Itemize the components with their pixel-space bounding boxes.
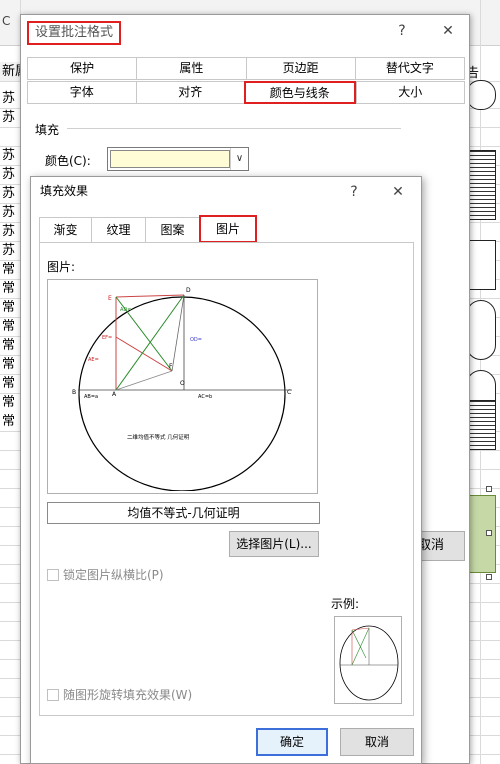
cell-a[interactable]: 苏: [0, 222, 20, 241]
tab-texture[interactable]: 纹理: [91, 217, 145, 243]
cell-a[interactable]: 常: [0, 298, 20, 317]
cell-a[interactable]: 苏: [0, 146, 20, 165]
dialog-title: 填充效果: [40, 184, 89, 198]
fill-section-label: 填充: [35, 123, 60, 137]
tab-size[interactable]: 大小: [355, 81, 465, 104]
rotate-with-shape-checkbox[interactable]: 随图形旋转填充效果(W): [47, 688, 192, 702]
svg-text:AC=b: AC=b: [198, 394, 212, 400]
checkbox-box[interactable]: [47, 689, 59, 701]
cell-a[interactable]: 苏: [0, 165, 20, 184]
svg-text:E: E: [108, 295, 112, 302]
tab-properties[interactable]: 属性: [136, 57, 246, 80]
column-a-header[interactable]: 新属: [0, 62, 20, 81]
cell-a[interactable]: 常: [0, 336, 20, 355]
help-button[interactable]: ?: [389, 19, 415, 43]
geometry-figure: B A O C D E F AB=a AC=b OD= AE= EF= AD= …: [72, 287, 292, 491]
svg-text:OD=: OD=: [190, 337, 202, 343]
callout-pattern: [466, 150, 496, 220]
svg-text:O: O: [180, 380, 185, 387]
svg-text:A: A: [112, 391, 117, 398]
tab-picture[interactable]: 图片: [199, 215, 257, 243]
cell-a[interactable]: 常: [0, 279, 20, 298]
cell-a[interactable]: 常: [0, 412, 20, 431]
svg-text:AE=: AE=: [88, 357, 99, 363]
cell-a[interactable]: 苏: [0, 89, 20, 108]
dialog-title: 设置批注格式: [27, 21, 122, 45]
close-icon[interactable]: ✕: [385, 180, 411, 204]
picture-name-field: 均值不等式-几何证明: [47, 502, 320, 524]
svg-text:EF=: EF=: [102, 335, 112, 341]
cell-a[interactable]: 常: [0, 355, 20, 374]
svg-text:F: F: [169, 363, 173, 370]
color-swatch: [110, 150, 230, 168]
tab-alignment[interactable]: 对齐: [135, 81, 244, 104]
cell-a[interactable]: 苏: [0, 241, 20, 260]
cell-a[interactable]: 苏: [0, 184, 20, 203]
sheet-top-fragment: C: [2, 14, 11, 28]
cell-a[interactable]: 常: [0, 260, 20, 279]
sample-figure: [339, 625, 399, 701]
figure-caption: 二维均值不等式 几何证明: [127, 433, 190, 441]
resize-handle[interactable]: [486, 486, 492, 492]
sample-label: 示例:: [331, 597, 360, 611]
cell-a[interactable]: 常: [0, 393, 20, 412]
select-picture-button[interactable]: 选择图片(L)...: [229, 531, 319, 557]
divider: [67, 128, 401, 129]
picture-label: 图片:: [47, 260, 76, 274]
tab-gradient[interactable]: 渐变: [39, 217, 91, 243]
tab-margins[interactable]: 页边距: [245, 57, 355, 80]
cell-a[interactable]: 苏: [0, 108, 20, 127]
svg-text:D: D: [186, 287, 191, 294]
callout-pattern: [466, 400, 496, 450]
svg-text:B: B: [72, 389, 76, 396]
picture-panel: 图片: B A O C D E F AB=a AC=b OD= AE= EF= …: [39, 242, 414, 716]
tab-row-1: 保护 属性 页边距 替代文字: [27, 57, 465, 80]
svg-text:AD=: AD=: [120, 307, 131, 313]
help-button[interactable]: ?: [341, 180, 367, 204]
svg-text:C: C: [287, 389, 291, 396]
callout-cloud: [466, 80, 496, 110]
sample-preview: [334, 616, 402, 704]
close-icon[interactable]: ✕: [435, 19, 461, 43]
tab-pattern[interactable]: 图案: [145, 217, 199, 243]
tab-protection[interactable]: 保护: [27, 57, 137, 80]
tab-row-2: 字体 对齐 颜色与线条 大小: [27, 81, 465, 104]
color-label: 颜色(C):: [45, 154, 91, 168]
fill-tabs: 渐变 纹理 图案 图片: [39, 215, 257, 243]
cell-a[interactable]: 常: [0, 374, 20, 393]
fill-effects-dialog[interactable]: 填充效果 ? ✕ 渐变 纹理 图案 图片 图片: B A O C D E F A…: [30, 176, 422, 764]
chevron-down-icon: ∨: [230, 148, 248, 170]
callout-box: [466, 240, 496, 290]
callout-cloud: [466, 300, 496, 360]
tab-colors-and-lines[interactable]: 颜色与线条: [244, 81, 356, 104]
svg-text:AB=a: AB=a: [84, 394, 98, 400]
checkbox-box[interactable]: [47, 569, 59, 581]
cell-a[interactable]: 常: [0, 317, 20, 336]
tab-alt-text[interactable]: 替代文字: [354, 57, 465, 80]
lock-aspect-label: 锁定图片纵横比(P): [63, 568, 164, 582]
resize-handle[interactable]: [486, 574, 492, 580]
cancel-button[interactable]: 取消: [340, 728, 414, 756]
color-dropdown[interactable]: ∨: [107, 147, 249, 171]
cell-a[interactable]: 苏: [0, 203, 20, 222]
lock-aspect-checkbox[interactable]: 锁定图片纵横比(P): [47, 568, 164, 582]
tab-font[interactable]: 字体: [27, 81, 136, 104]
resize-handle[interactable]: [486, 530, 492, 536]
ok-button[interactable]: 确定: [256, 728, 328, 756]
rotate-label: 随图形旋转填充效果(W): [63, 688, 193, 702]
picture-preview: B A O C D E F AB=a AC=b OD= AE= EF= AD= …: [47, 279, 318, 494]
